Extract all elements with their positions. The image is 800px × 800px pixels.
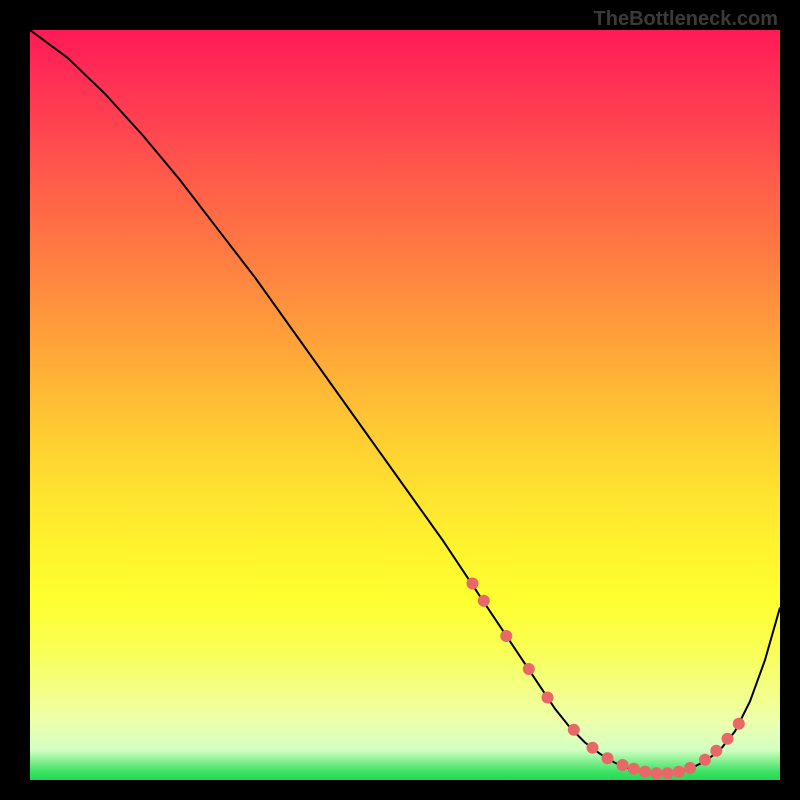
data-marker xyxy=(662,767,674,779)
data-marker xyxy=(628,763,640,775)
data-marker xyxy=(478,595,490,607)
data-marker xyxy=(673,766,685,778)
data-marker xyxy=(587,742,599,754)
data-marker xyxy=(500,630,512,642)
data-marker xyxy=(602,752,614,764)
data-marker xyxy=(467,578,479,590)
curve-group xyxy=(30,30,780,774)
data-marker xyxy=(542,692,554,704)
data-marker xyxy=(684,762,696,774)
data-marker xyxy=(733,718,745,730)
data-marker xyxy=(639,766,651,778)
marker-group xyxy=(467,578,745,780)
data-marker xyxy=(699,754,711,766)
data-marker xyxy=(568,724,580,736)
data-marker xyxy=(710,745,722,757)
watermark-text: TheBottleneck.com xyxy=(594,8,778,31)
chart-svg xyxy=(30,30,780,780)
data-marker xyxy=(523,663,535,675)
data-marker xyxy=(617,759,629,771)
data-marker xyxy=(722,733,734,745)
bottleneck-curve xyxy=(30,30,780,774)
data-marker xyxy=(650,767,662,779)
